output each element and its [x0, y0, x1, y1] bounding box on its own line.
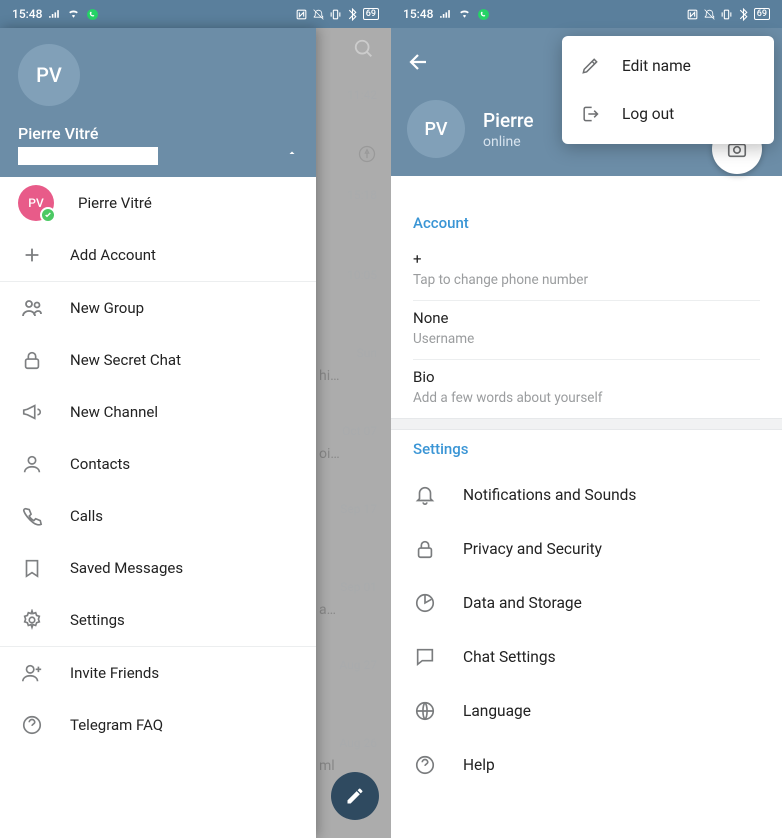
search-icon[interactable] [353, 38, 375, 60]
back-button[interactable] [407, 50, 431, 74]
bluetooth-icon [737, 8, 750, 21]
settings-section-title: Settings [391, 430, 782, 468]
help-icon [413, 754, 437, 776]
megaphone-icon [18, 401, 46, 423]
chat-time: Aug 27 [339, 658, 377, 672]
overflow-menu: Edit name Log out [562, 36, 774, 144]
plus-icon [18, 244, 46, 266]
mute-icon [703, 8, 716, 21]
logout-item[interactable]: Log out [562, 90, 774, 138]
nfc-icon [295, 8, 308, 21]
whatsapp-icon [477, 8, 490, 21]
phone-icon [18, 505, 46, 527]
chat-time: Oct 07 [342, 424, 377, 438]
chat-time: Sep 01 [340, 580, 377, 594]
telegram-faq-item[interactable]: Telegram FAQ [0, 699, 316, 751]
account-item[interactable]: PV Pierre Vitré [0, 177, 316, 229]
nav-drawer: PV Pierre Vitré PV Pierre Vitré Add Acco… [0, 28, 316, 838]
pie-icon [413, 592, 437, 614]
help-icon [18, 714, 46, 736]
wifi-icon [67, 8, 80, 21]
pencil-icon [580, 56, 602, 76]
user-name: Pierre [483, 109, 534, 132]
invite-friends-item[interactable]: Invite Friends [0, 647, 316, 699]
section-gap [391, 418, 782, 430]
chat-snippet: a… [319, 602, 375, 618]
screen-settings: 15:48 69 PV Pierre online [391, 0, 782, 838]
avatar[interactable]: PV [407, 100, 465, 158]
account-avatar: PV [18, 185, 54, 221]
help-item[interactable]: Help [391, 738, 782, 792]
saved-messages-item[interactable]: Saved Messages [0, 542, 316, 594]
chat-time: 10:05 [347, 268, 377, 282]
chat-time: 15:18 [347, 188, 377, 202]
nfc-icon [686, 8, 699, 21]
new-group-item[interactable]: New Group [0, 282, 316, 334]
language-item[interactable]: Language [391, 684, 782, 738]
user-status: online [483, 134, 534, 150]
group-icon [18, 296, 46, 320]
bookmark-icon [18, 557, 46, 579]
chat-list-backdrop: 11:42 15:18 10:05 Sun hi… Oct 07 oi… Sep… [315, 28, 391, 838]
username-item[interactable]: None Username [391, 301, 782, 359]
status-time: 15:48 [403, 7, 433, 21]
person-add-icon [18, 662, 46, 684]
signal-icon [439, 8, 452, 21]
calls-item[interactable]: Calls [0, 490, 316, 542]
compose-fab[interactable] [331, 772, 379, 820]
signal-icon [48, 8, 61, 21]
chat-time: Sun [357, 346, 377, 360]
statusbar: 15:48 69 [0, 0, 391, 28]
phone-redacted [18, 147, 158, 165]
globe-icon [413, 700, 437, 722]
battery-indicator: 69 [363, 8, 379, 20]
person-icon [18, 453, 46, 475]
statusbar: 15:48 69 [391, 0, 782, 28]
chat-settings-item[interactable]: Chat Settings [391, 630, 782, 684]
phone-item[interactable]: + Tap to change phone number [391, 242, 782, 300]
notifications-item[interactable]: Notifications and Sounds [391, 468, 782, 522]
new-secret-chat-item[interactable]: New Secret Chat [0, 334, 316, 386]
expand-accounts-icon[interactable] [286, 147, 298, 159]
gear-icon [18, 609, 46, 631]
vibrate-icon [329, 8, 342, 21]
data-storage-item[interactable]: Data and Storage [391, 576, 782, 630]
drawer-body: PV Pierre Vitré Add Account New Group Ne… [0, 177, 316, 838]
bell-icon [413, 484, 437, 506]
contacts-item[interactable]: Contacts [0, 438, 316, 490]
chat-time: Sep 17 [340, 502, 377, 516]
privacy-item[interactable]: Privacy and Security [391, 522, 782, 576]
drawer-header: PV Pierre Vitré [0, 28, 316, 177]
screen-drawer: 15:48 69 11:42 15:18 10:05 Sun hi… Oct 0… [0, 0, 391, 838]
chat-time: Aug 26 [339, 736, 377, 750]
user-name: Pierre Vitré [18, 124, 298, 143]
pinned-icon [357, 144, 377, 164]
settings-item[interactable]: Settings [0, 594, 316, 646]
battery-indicator: 69 [754, 8, 770, 20]
status-time: 15:48 [12, 7, 42, 21]
chat-time: 11:42 [347, 88, 377, 102]
chat-snippet: ml [319, 758, 375, 774]
add-account-item[interactable]: Add Account [0, 229, 316, 281]
active-check-icon [40, 207, 56, 223]
chat-icon [413, 646, 437, 668]
profile-block: PV Pierre online [407, 100, 534, 158]
settings-body: Account + Tap to change phone number Non… [391, 176, 782, 792]
new-channel-item[interactable]: New Channel [0, 386, 316, 438]
account-label: Pierre Vitré [78, 194, 152, 212]
edit-name-item[interactable]: Edit name [562, 42, 774, 90]
account-section-title: Account [391, 204, 782, 242]
chat-snippet: hi… [319, 368, 375, 384]
lock-icon [413, 538, 437, 560]
mute-icon [312, 8, 325, 21]
logout-icon [580, 104, 602, 124]
chat-snippet: oi… [319, 446, 375, 462]
vibrate-icon [720, 8, 733, 21]
lock-icon [18, 349, 46, 371]
whatsapp-icon [86, 8, 99, 21]
avatar[interactable]: PV [18, 44, 80, 106]
bluetooth-icon [346, 8, 359, 21]
bio-item[interactable]: Bio Add a few words about yourself [391, 360, 782, 418]
wifi-icon [458, 8, 471, 21]
